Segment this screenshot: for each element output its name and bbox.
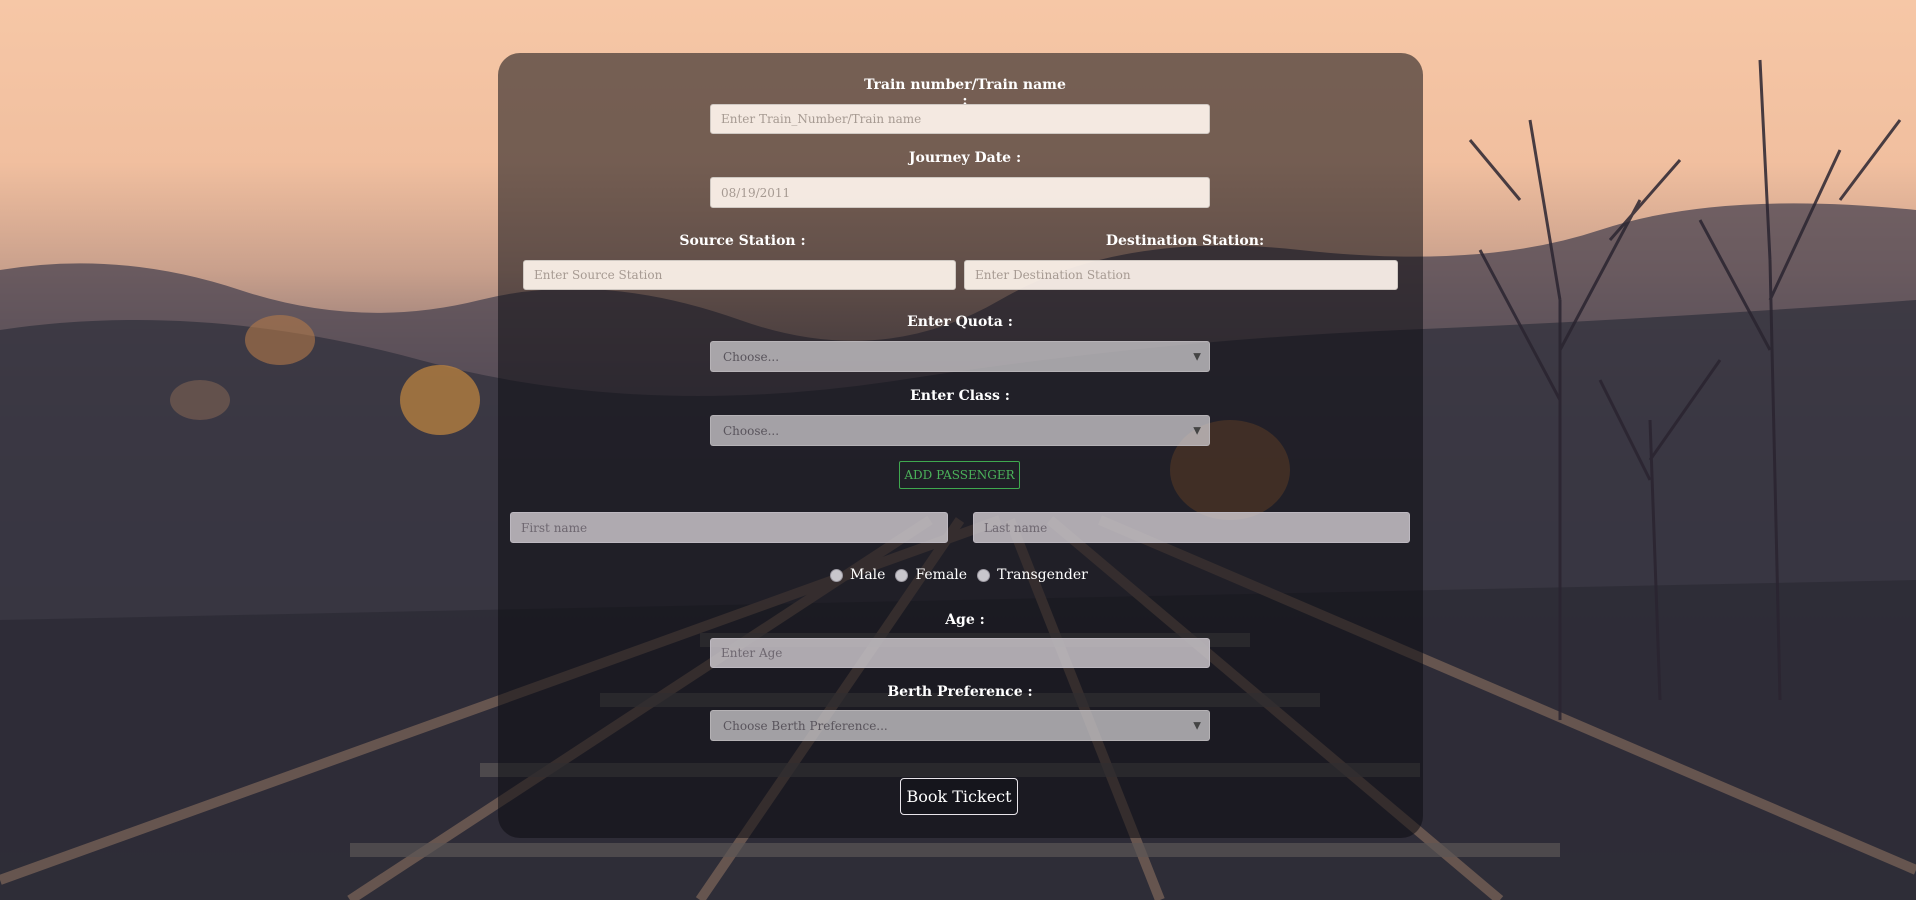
class-select[interactable]: Choose... ▼ [710,415,1210,446]
book-ticket-button[interactable]: Book Tickect [900,778,1018,815]
quota-select[interactable]: Choose... ▼ [710,341,1210,372]
gender-label: Transgender [997,567,1088,583]
first-name-input[interactable]: First name [510,512,948,543]
age-label: Age : [945,612,985,628]
age-input[interactable]: Enter Age [710,638,1210,668]
gender-option-transgender[interactable]: Transgender [977,567,1088,583]
gender-radio-group: Male Female Transgender [830,566,1098,584]
journey-date-input[interactable]: 08/19/2011 [710,177,1210,208]
berth-selected-value: Choose Berth Preference... [723,718,888,733]
quota-label: Enter Quota : [907,314,1013,330]
chevron-down-icon: ▼ [1193,720,1201,731]
last-name-input[interactable]: Last name [973,512,1410,543]
destination-station-label: Destination Station: [1105,233,1265,249]
chevron-down-icon: ▼ [1193,425,1201,436]
class-label: Enter Class : [910,388,1010,404]
add-passenger-button[interactable]: ADD PASSENGER [899,461,1020,489]
train-input[interactable]: Enter Train_Number/Train name [710,104,1210,134]
gender-option-male[interactable]: Male [830,567,885,583]
radio-button[interactable] [977,568,991,582]
radio-button[interactable] [895,568,909,582]
source-station-label: Source Station : [679,233,806,249]
berth-preference-select[interactable]: Choose Berth Preference... ▼ [710,710,1210,741]
quota-selected-value: Choose... [723,349,780,364]
destination-station-input[interactable]: Enter Destination Station [964,260,1398,290]
gender-option-female[interactable]: Female [895,567,967,583]
chevron-down-icon: ▼ [1193,351,1201,362]
berth-preference-label: Berth Preference : [887,684,1033,700]
class-selected-value: Choose... [723,423,780,438]
gender-label: Female [915,567,968,583]
journey-date-label: Journey Date : [908,150,1022,166]
source-station-input[interactable]: Enter Source Station [523,260,956,290]
radio-button[interactable] [830,568,843,582]
gender-label: Male [850,567,886,583]
